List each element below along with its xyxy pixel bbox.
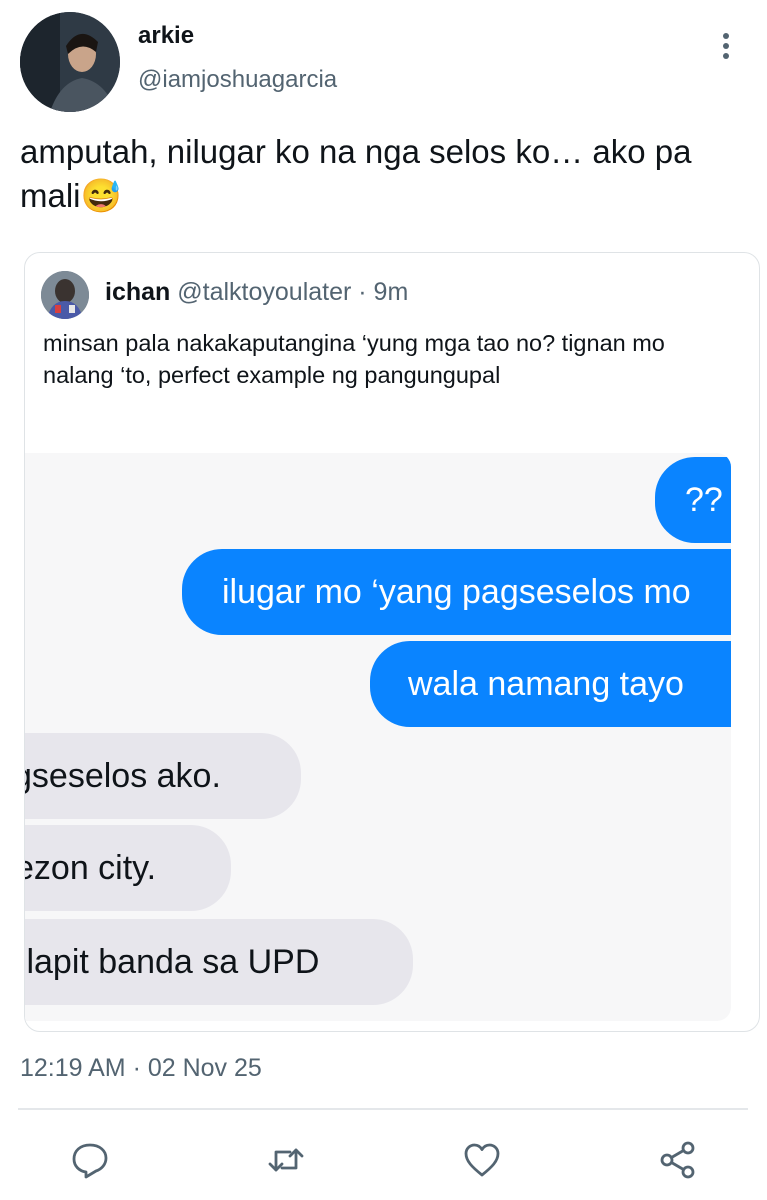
like-icon[interactable] [462,1140,502,1180]
quoted-avatar[interactable] [41,271,89,319]
quoted-post[interactable]: ichan @talktoyoulater · 9m minsan pala n… [24,252,760,1032]
sent-bubble: ilugar mo ‘yang pagseselos mo [182,549,731,635]
quoted-age: 9m [373,278,409,306]
received-bubble: ezon city. [25,825,231,911]
quoted-name[interactable]: ichan [105,278,170,306]
quoted-text: minsan pala nakakaputangina ‘yung mga ta… [43,330,665,388]
divider [18,1108,748,1110]
retweet-icon[interactable] [266,1140,306,1180]
more-options-icon[interactable] [714,30,738,62]
quoted-header: ichan @talktoyoulater · 9m [105,278,408,307]
post-timestamp[interactable]: 12:19 AM · 02 Nov 25 [20,1054,262,1083]
author-avatar[interactable] [20,12,120,112]
quoted-handle[interactable]: @talktoyoulater [177,278,351,306]
quoted-separator: · [351,278,374,306]
reply-icon[interactable] [70,1140,110,1180]
post-text: amputah, nilugar ko na nga selos ko… ako… [20,133,692,214]
share-icon[interactable] [658,1140,698,1180]
sent-bubble: wala namang tayo [370,641,731,727]
chat-screenshot-image[interactable]: ?? ilugar mo ‘yang pagseselos mo wala na… [25,453,731,1021]
received-bubble: gseselos ako. [25,733,301,819]
author-name[interactable]: arkie [138,22,194,50]
author-handle[interactable]: @iamjoshuagarcia [138,66,337,94]
received-bubble: ılapit banda sa UPD [25,919,413,1005]
sent-bubble: ?? [655,457,731,543]
